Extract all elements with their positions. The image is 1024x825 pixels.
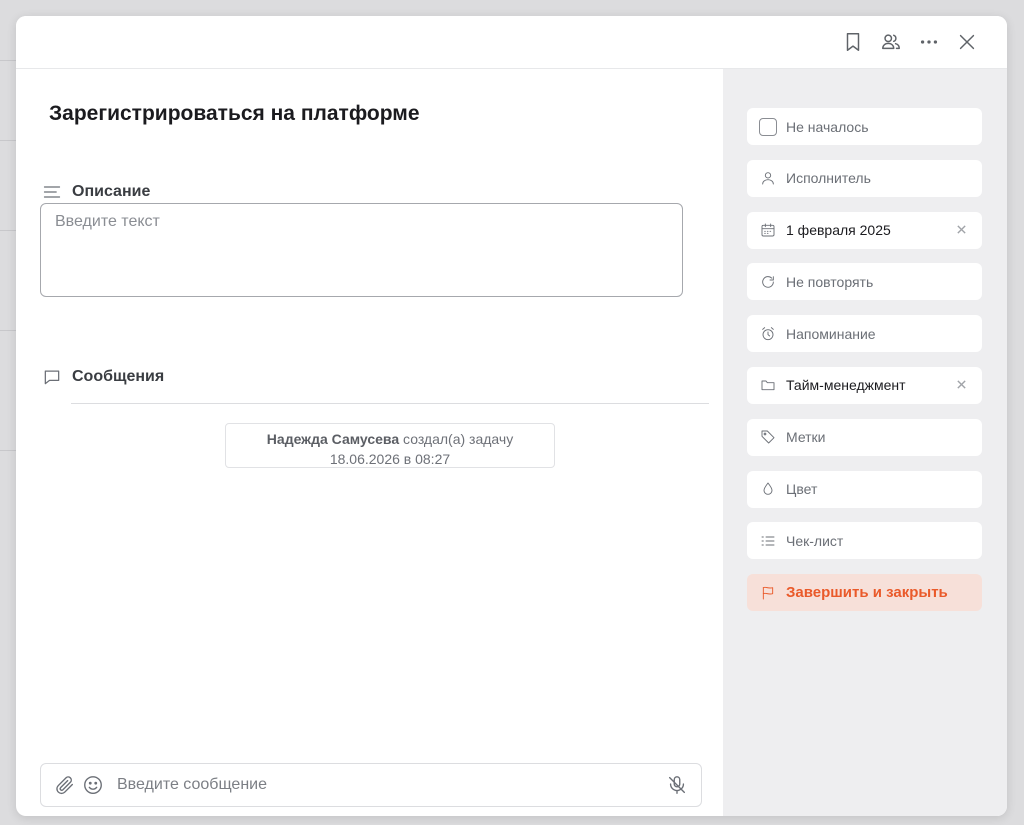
more-button[interactable]	[917, 30, 941, 54]
checkbox-icon[interactable]	[759, 117, 777, 136]
paperclip-icon	[56, 776, 74, 795]
task-sidebar: Не началось Исполнитель 1 февраля 2025 Н…	[723, 69, 1007, 816]
tags-label: Метки	[786, 429, 826, 446]
checklist-icon	[761, 536, 775, 546]
task-title[interactable]: Зарегистрироваться на платформе	[49, 102, 420, 126]
text-lines-icon	[43, 186, 61, 198]
close-icon	[959, 34, 975, 50]
system-message: Надежда Самусева создал(а) задачу 18.06.…	[225, 423, 555, 468]
smile-icon	[84, 776, 102, 794]
tags-field[interactable]: Метки	[747, 418, 982, 456]
message-composer	[40, 763, 702, 807]
description-input[interactable]	[40, 203, 683, 297]
voice-message-button[interactable]	[663, 771, 691, 799]
message-author: Надежда Самусева	[266, 431, 400, 447]
flag-icon	[762, 586, 774, 600]
close-icon	[956, 380, 966, 390]
tag-icon	[761, 430, 775, 444]
messages-label: Сообщения	[72, 368, 165, 385]
messages-divider	[71, 403, 709, 404]
clear-project-button[interactable]	[954, 378, 968, 392]
description-header: Описание	[42, 182, 150, 202]
finish-label: Завершить и закрыть	[786, 584, 948, 602]
bg-divider	[0, 230, 16, 231]
messages-header: Сообщения	[42, 367, 164, 387]
message-action: создал(а) задачу	[403, 431, 514, 447]
modal-header	[16, 16, 1007, 69]
bookmark-icon	[846, 33, 860, 51]
chat-bubble-icon	[44, 370, 60, 385]
participants-button[interactable]	[879, 30, 903, 54]
calendar-icon	[761, 223, 775, 237]
message-input[interactable]	[117, 776, 663, 794]
due-date-field[interactable]: 1 февраля 2025	[747, 211, 982, 249]
project-label: Тайм-менеджмент	[786, 377, 906, 394]
bg-divider	[0, 450, 16, 451]
users-icon	[882, 34, 900, 50]
assignee-label: Исполнитель	[786, 170, 871, 187]
message-timestamp: 18.06.2026 в 08:27	[329, 451, 451, 467]
drop-icon	[763, 482, 773, 495]
reminder-field[interactable]: Напоминание	[747, 315, 982, 353]
repeat-field[interactable]: Не повторять	[747, 263, 982, 301]
bookmark-button[interactable]	[841, 30, 865, 54]
task-modal: Зарегистрироваться на платформе Описание…	[16, 16, 1007, 816]
checklist-field[interactable]: Чек-лист	[747, 522, 982, 560]
more-icon	[920, 40, 938, 44]
user-icon	[762, 172, 774, 185]
clear-due-date-button[interactable]	[954, 223, 968, 237]
mic-off-icon	[668, 776, 686, 794]
status-field[interactable]: Не началось	[747, 108, 982, 145]
due-date-label: 1 февраля 2025	[786, 222, 891, 239]
attach-button[interactable]	[51, 771, 79, 799]
reminder-label: Напоминание	[786, 325, 876, 342]
bg-divider	[0, 140, 16, 141]
status-label: Не началось	[786, 118, 869, 135]
refresh-icon	[762, 276, 774, 288]
finish-and-close-button[interactable]: Завершить и закрыть	[747, 574, 982, 612]
bg-divider	[0, 330, 16, 331]
assignee-field[interactable]: Исполнитель	[747, 159, 982, 197]
alarm-clock-icon	[762, 326, 774, 340]
task-main-panel: Зарегистрироваться на платформе Описание…	[16, 69, 723, 816]
color-label: Цвет	[786, 481, 818, 498]
color-field[interactable]: Цвет	[747, 470, 982, 508]
folder-icon	[761, 381, 775, 391]
project-field[interactable]: Тайм-менеджмент	[747, 366, 982, 404]
repeat-label: Не повторять	[786, 273, 874, 290]
description-label: Описание	[72, 183, 151, 200]
emoji-button[interactable]	[79, 771, 107, 799]
checklist-label: Чек-лист	[786, 532, 844, 549]
bg-divider	[0, 60, 16, 61]
close-icon	[956, 225, 966, 234]
close-button[interactable]	[955, 30, 979, 54]
